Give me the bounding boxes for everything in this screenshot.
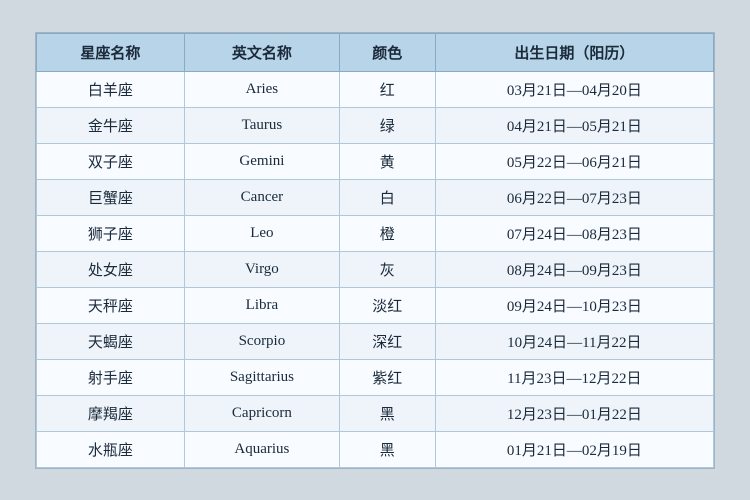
table-row: 狮子座Leo橙07月24日—08月23日 <box>37 215 714 251</box>
cell-english-name: Cancer <box>184 179 339 215</box>
cell-color: 黑 <box>339 431 435 467</box>
cell-color: 黄 <box>339 143 435 179</box>
cell-dates: 06月22日—07月23日 <box>435 179 713 215</box>
cell-chinese-name: 天秤座 <box>37 287 185 323</box>
cell-color: 淡红 <box>339 287 435 323</box>
cell-dates: 07月24日—08月23日 <box>435 215 713 251</box>
table-body: 白羊座Aries红03月21日—04月20日金牛座Taurus绿04月21日—0… <box>37 71 714 467</box>
cell-english-name: Leo <box>184 215 339 251</box>
cell-color: 橙 <box>339 215 435 251</box>
cell-english-name: Virgo <box>184 251 339 287</box>
cell-chinese-name: 白羊座 <box>37 71 185 107</box>
header-chinese-name: 星座名称 <box>37 33 185 71</box>
table-header-row: 星座名称 英文名称 颜色 出生日期（阳历） <box>37 33 714 71</box>
cell-dates: 04月21日—05月21日 <box>435 107 713 143</box>
cell-chinese-name: 狮子座 <box>37 215 185 251</box>
cell-english-name: Scorpio <box>184 323 339 359</box>
zodiac-table: 星座名称 英文名称 颜色 出生日期（阳历） 白羊座Aries红03月21日—04… <box>36 33 714 468</box>
cell-chinese-name: 巨蟹座 <box>37 179 185 215</box>
table-row: 天蝎座Scorpio深红10月24日—11月22日 <box>37 323 714 359</box>
cell-english-name: Libra <box>184 287 339 323</box>
cell-chinese-name: 金牛座 <box>37 107 185 143</box>
table-row: 巨蟹座Cancer白06月22日—07月23日 <box>37 179 714 215</box>
header-english-name: 英文名称 <box>184 33 339 71</box>
header-dates: 出生日期（阳历） <box>435 33 713 71</box>
zodiac-table-container: 星座名称 英文名称 颜色 出生日期（阳历） 白羊座Aries红03月21日—04… <box>35 32 715 469</box>
cell-chinese-name: 天蝎座 <box>37 323 185 359</box>
cell-chinese-name: 处女座 <box>37 251 185 287</box>
cell-chinese-name: 水瓶座 <box>37 431 185 467</box>
cell-english-name: Capricorn <box>184 395 339 431</box>
cell-english-name: Aquarius <box>184 431 339 467</box>
table-row: 双子座Gemini黄05月22日—06月21日 <box>37 143 714 179</box>
cell-dates: 12月23日—01月22日 <box>435 395 713 431</box>
table-row: 天秤座Libra淡红09月24日—10月23日 <box>37 287 714 323</box>
cell-dates: 10月24日—11月22日 <box>435 323 713 359</box>
cell-color: 绿 <box>339 107 435 143</box>
table-row: 摩羯座Capricorn黑12月23日—01月22日 <box>37 395 714 431</box>
cell-dates: 03月21日—04月20日 <box>435 71 713 107</box>
cell-english-name: Taurus <box>184 107 339 143</box>
cell-dates: 09月24日—10月23日 <box>435 287 713 323</box>
cell-color: 深红 <box>339 323 435 359</box>
cell-chinese-name: 双子座 <box>37 143 185 179</box>
table-row: 金牛座Taurus绿04月21日—05月21日 <box>37 107 714 143</box>
table-row: 处女座Virgo灰08月24日—09月23日 <box>37 251 714 287</box>
header-color: 颜色 <box>339 33 435 71</box>
cell-color: 灰 <box>339 251 435 287</box>
cell-english-name: Sagittarius <box>184 359 339 395</box>
cell-color: 红 <box>339 71 435 107</box>
cell-english-name: Gemini <box>184 143 339 179</box>
cell-chinese-name: 射手座 <box>37 359 185 395</box>
cell-color: 黑 <box>339 395 435 431</box>
cell-english-name: Aries <box>184 71 339 107</box>
table-row: 白羊座Aries红03月21日—04月20日 <box>37 71 714 107</box>
cell-color: 紫红 <box>339 359 435 395</box>
cell-color: 白 <box>339 179 435 215</box>
cell-dates: 11月23日—12月22日 <box>435 359 713 395</box>
table-row: 水瓶座Aquarius黑01月21日—02月19日 <box>37 431 714 467</box>
cell-dates: 05月22日—06月21日 <box>435 143 713 179</box>
cell-dates: 01月21日—02月19日 <box>435 431 713 467</box>
cell-chinese-name: 摩羯座 <box>37 395 185 431</box>
table-row: 射手座Sagittarius紫红11月23日—12月22日 <box>37 359 714 395</box>
cell-dates: 08月24日—09月23日 <box>435 251 713 287</box>
